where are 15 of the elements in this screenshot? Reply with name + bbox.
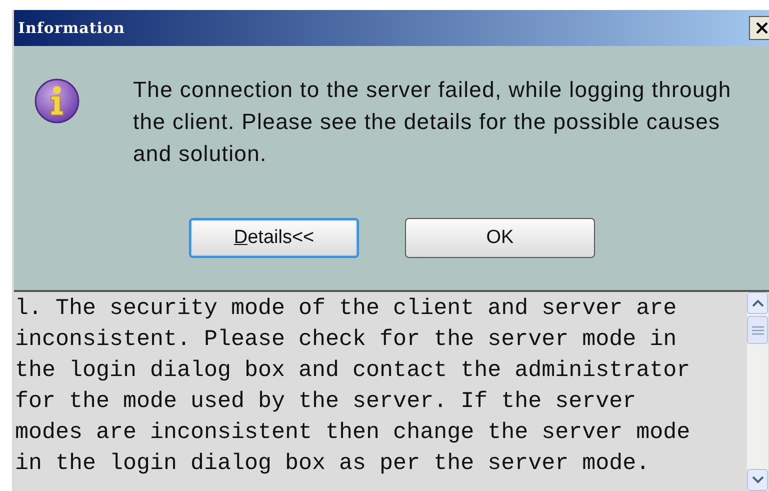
message-text: The connection to the server failed, while logging through the client. Please see the details for the possible causes and solution. [133,76,732,168]
scroll-up-button[interactable] [747,292,768,314]
scroll-thumb[interactable] [747,316,768,344]
close-button[interactable] [749,16,769,40]
dialog-button[interactable]: OK [405,218,595,258]
chevron-down-icon [752,476,764,484]
close-icon [756,22,768,34]
window-title: Information [18,19,125,37]
dialog-button[interactable]: Details<< [189,218,359,258]
chevron-up-icon [752,299,764,307]
details-text: l. The security mode of the client and server are inconsistent. Please check for the server mode in the login dialog box and contact the administrator for the mode used by the server. If the server modes are inconsistent then change the server mode in the login dialog box as per the server mode. [14,294,692,478]
scroll-down-button[interactable] [747,469,768,491]
info-icon [34,78,80,124]
scrollbar[interactable] [747,292,768,491]
grip-icon [752,326,764,334]
